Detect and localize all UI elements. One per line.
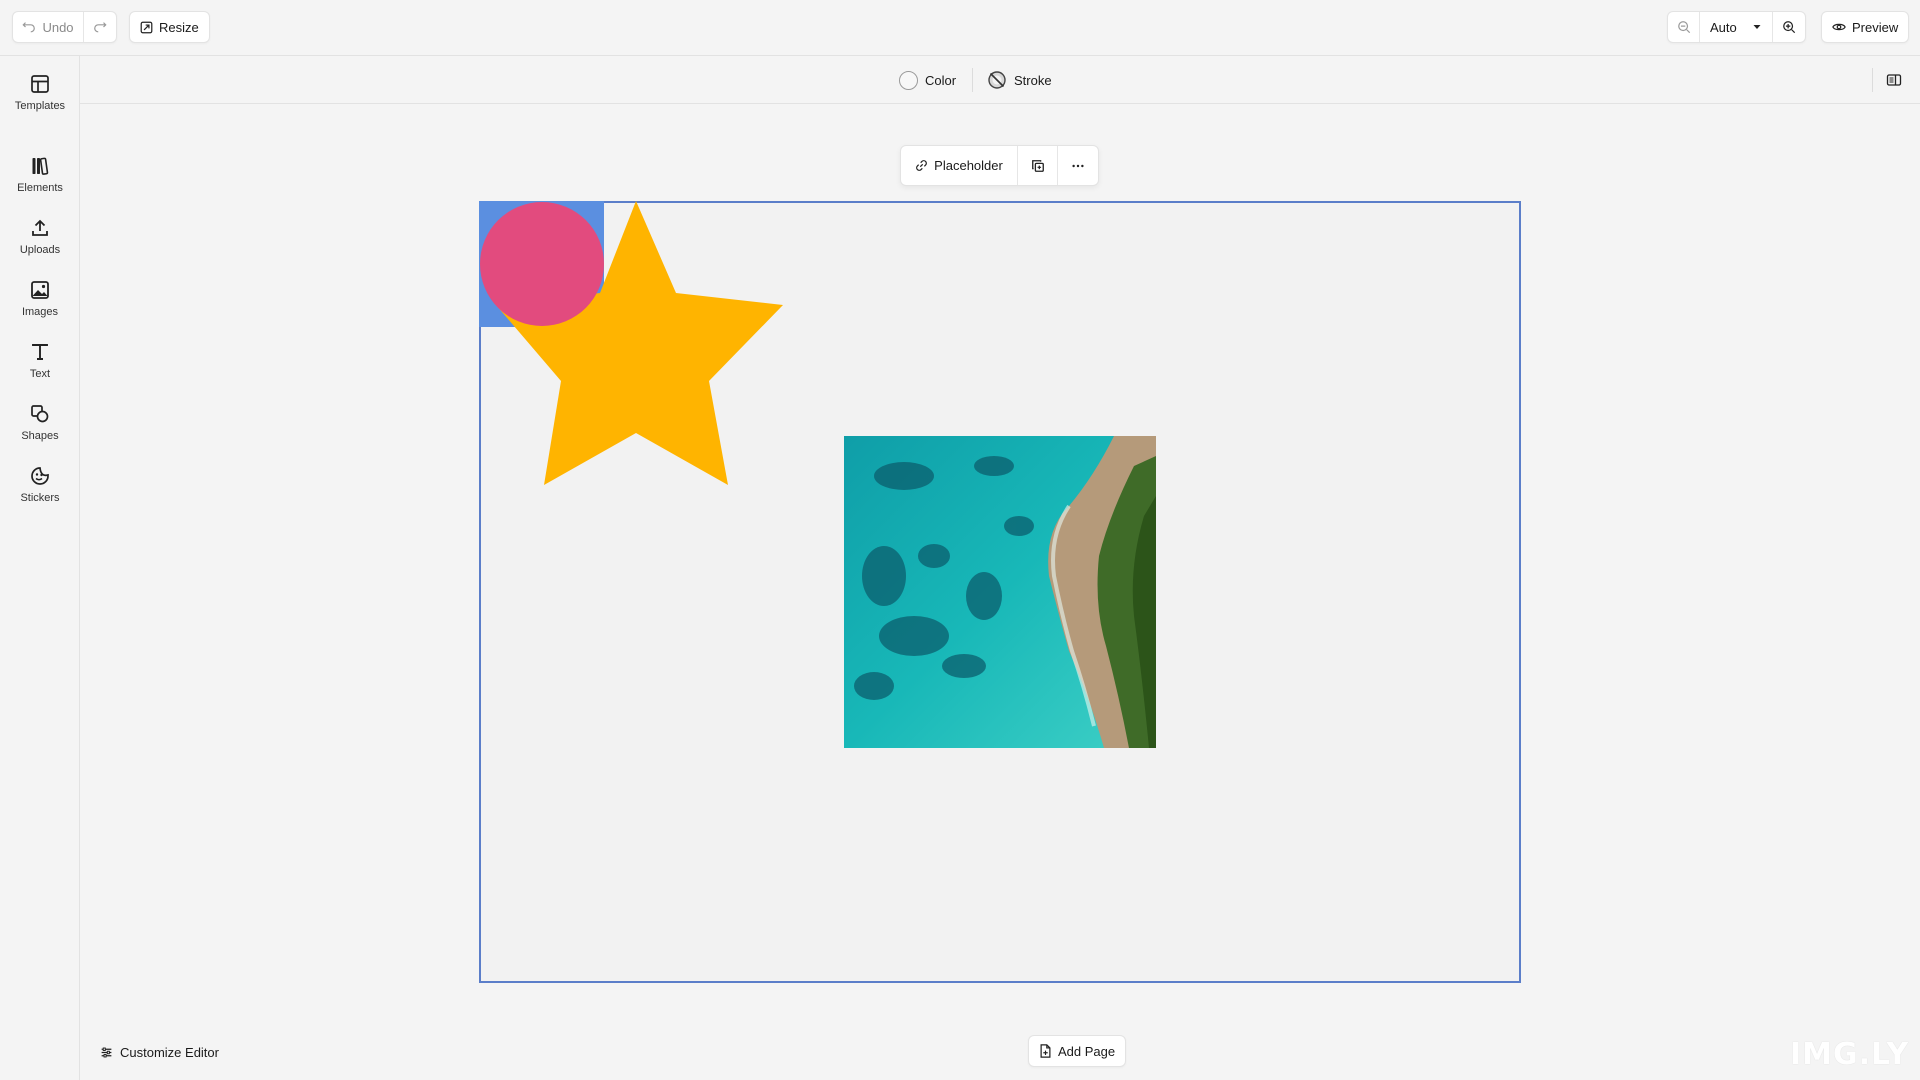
duplicate-icon [1031,159,1044,172]
undo-icon [22,22,36,33]
sliders-icon [101,1047,112,1057]
customize-label: Customize Editor [120,1044,219,1060]
preview-label: Preview [1852,19,1899,35]
sidebar-item-text[interactable]: Text [0,342,80,380]
color-option[interactable]: Color [899,56,956,104]
sidebar-item-templates[interactable]: Templates [0,74,80,112]
sidebar-item-label: Shapes [21,430,59,442]
inspector-bar: Color Stroke [80,56,1920,104]
sidebar-item-label: Stickers [20,492,60,504]
sidebar: Templates Elements Uploads Images Text S… [0,56,80,1080]
text-icon [32,344,48,360]
shapes-icon [31,405,49,423]
brand-watermark: IMG.LY [1790,1037,1910,1072]
color-swatch [899,70,918,90]
sidebar-item-label: Uploads [19,244,61,256]
sidebar-item-label: Text [29,368,51,380]
resize-icon [140,21,153,33]
image-icon [31,281,49,299]
sidebar-item-label: Images [21,306,59,318]
no-stroke-icon [988,71,1006,89]
history-group: Undo [12,11,117,43]
panel-icon [1886,74,1902,86]
zoom-in-button[interactable] [1773,12,1805,42]
zoom-group: Auto [1667,11,1806,43]
divider [972,68,973,92]
toggle-inspector-button[interactable] [1886,56,1902,104]
link-icon [916,160,928,171]
add-page-button[interactable]: Add Page [1028,1035,1127,1067]
placeholder-button[interactable]: Placeholder [901,146,1018,185]
undo-label: Undo [42,19,74,35]
add-page-icon [1040,1044,1051,1058]
zoom-select[interactable]: Auto [1700,12,1773,42]
undo-button[interactable]: Undo [13,12,84,42]
sidebar-item-uploads[interactable]: Uploads [0,218,80,256]
zoom-in-icon [1783,21,1796,34]
more-icon [1072,164,1084,167]
more-options-button[interactable] [1058,146,1098,185]
templates-icon [31,75,49,93]
add-page-label: Add Page [1058,1043,1116,1059]
resize-label: Resize [159,19,199,35]
stroke-option[interactable]: Stroke [987,56,1052,104]
zoom-out-icon [1677,21,1690,34]
upload-icon [32,219,48,236]
color-label: Color [925,72,957,88]
divider [1872,68,1873,92]
placeholder-label: Placeholder [934,158,1003,173]
duplicate-button[interactable] [1018,146,1058,185]
elements-icon [32,157,49,175]
resize-button[interactable]: Resize [129,11,210,43]
caret-down-icon [1753,25,1761,29]
sidebar-item-shapes[interactable]: Shapes [0,404,80,442]
sticker-icon [31,467,49,485]
eye-icon [1832,23,1846,31]
sidebar-item-label: Elements [17,182,63,194]
sidebar-item-stickers[interactable]: Stickers [0,466,80,504]
canvas-context-toolbar: Placeholder [900,145,1099,186]
sidebar-item-elements[interactable]: Elements [0,156,80,194]
stroke-label: Stroke [1014,72,1052,88]
aerial-coast-image[interactable] [844,436,1156,748]
sidebar-item-label: Templates [14,100,66,112]
zoom-value: Auto [1710,19,1737,35]
circle-shape[interactable] [480,202,604,326]
top-toolbar: Undo Resize Auto Preview [0,0,1920,56]
sidebar-item-images[interactable]: Images [0,280,80,318]
redo-button[interactable] [84,12,116,42]
customize-editor-button[interactable]: Customize Editor [100,1040,219,1064]
zoom-out-button[interactable] [1668,12,1700,42]
preview-button[interactable]: Preview [1821,11,1910,43]
redo-icon [94,22,107,33]
